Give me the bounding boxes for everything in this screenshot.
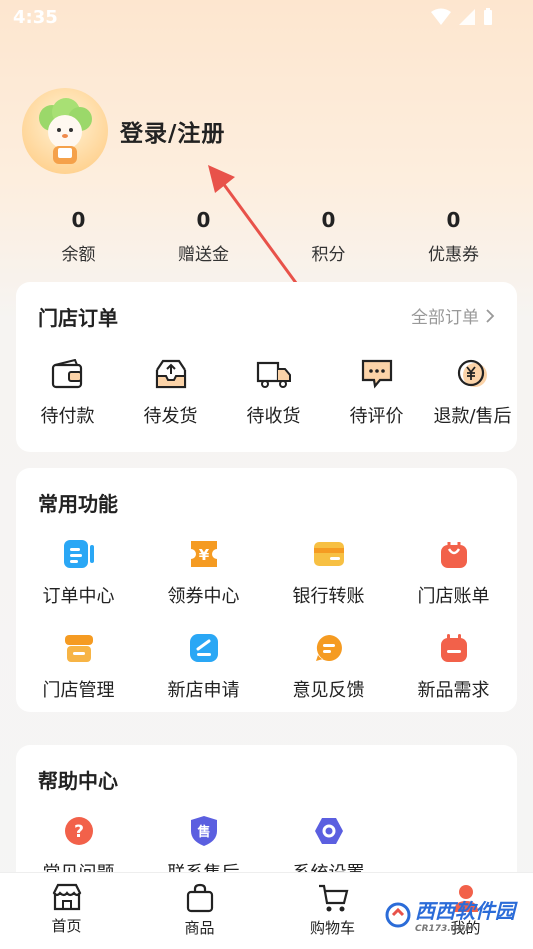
function-label: 银行转账 bbox=[292, 586, 365, 607]
order-center-icon bbox=[59, 534, 99, 574]
store-icon bbox=[59, 628, 99, 668]
svg-text:?: ? bbox=[74, 822, 84, 842]
help-center-title: 帮助中心 bbox=[38, 769, 118, 793]
login-register-link[interactable]: 登录/注册 bbox=[120, 114, 225, 148]
box-upload-icon bbox=[151, 354, 191, 394]
wallet-icon bbox=[48, 354, 88, 394]
order-status-refund[interactable]: 退款/售后 bbox=[428, 354, 517, 428]
balance-value: 0 bbox=[71, 208, 86, 232]
order-status-label: 退款/售后 bbox=[433, 406, 512, 427]
balance-item-gift[interactable]: 0 赠送金 bbox=[141, 208, 266, 265]
mascot-avatar-icon bbox=[39, 98, 92, 164]
order-status-pending-shipment[interactable]: 待发货 bbox=[119, 354, 222, 428]
watermark-sub: CR173.COM bbox=[415, 924, 474, 934]
watermark-text-group: 西西软件园 CR173.COM bbox=[415, 895, 515, 934]
function-label: 意见反馈 bbox=[292, 680, 365, 701]
balance-value: 0 bbox=[446, 208, 461, 232]
truck-icon bbox=[254, 354, 294, 394]
comment-icon bbox=[357, 354, 397, 394]
profile-header[interactable]: 登录/注册 bbox=[22, 88, 225, 174]
balance-label: 余额 bbox=[61, 245, 96, 265]
function-new-product-request[interactable]: 新品需求 bbox=[391, 628, 516, 702]
apply-icon bbox=[184, 628, 224, 668]
function-label: 新品需求 bbox=[417, 680, 490, 701]
balance-item-balance[interactable]: 0 余额 bbox=[16, 208, 141, 265]
function-label: 新店申请 bbox=[167, 680, 240, 701]
balance-label: 赠送金 bbox=[178, 245, 229, 265]
balance-item-points[interactable]: 0 积分 bbox=[266, 208, 391, 265]
balance-value: 0 bbox=[321, 208, 336, 232]
function-label: 门店账单 bbox=[417, 586, 490, 607]
bank-card-icon bbox=[309, 534, 349, 574]
balance-label: 优惠券 bbox=[428, 245, 479, 265]
function-label: 门店管理 bbox=[42, 680, 115, 701]
tab-cart[interactable]: 购物车 bbox=[266, 873, 399, 949]
order-status-pending-payment[interactable]: 待付款 bbox=[16, 354, 119, 428]
function-new-store-application[interactable]: 新店申请 bbox=[141, 628, 266, 702]
order-status-label: 待评价 bbox=[349, 406, 404, 427]
balance-value: 0 bbox=[196, 208, 211, 232]
home-store-icon bbox=[52, 883, 81, 911]
common-functions-row-2: 门店管理 新店申请 意见反馈 新品需求 bbox=[16, 628, 517, 702]
status-bar: 4:35 bbox=[0, 0, 533, 36]
tab-label: 首页 bbox=[51, 917, 82, 935]
all-orders-link[interactable]: 全部订单 bbox=[411, 303, 495, 328]
watermark-text: 西西软件园 bbox=[415, 899, 515, 923]
tab-label: 商品 bbox=[184, 919, 215, 937]
site-watermark: 西西软件园 CR173.COM bbox=[385, 895, 515, 934]
balance-label: 积分 bbox=[311, 245, 346, 265]
common-functions-card: 常用功能 订单中心 ¥ 领券中心 银行转账 门店账单 门店管理 新店申请 意见反… bbox=[16, 468, 517, 712]
bag-icon bbox=[434, 534, 474, 574]
after-sales-shield-icon: 售 bbox=[184, 811, 224, 851]
function-coupon-center[interactable]: ¥ 领券中心 bbox=[141, 534, 266, 608]
balance-summary: 0 余额 0 赠送金 0 积分 0 优惠券 bbox=[16, 208, 516, 265]
battery-icon bbox=[484, 8, 492, 25]
order-status-pending-receipt[interactable]: 待收货 bbox=[222, 354, 325, 428]
coupon-icon: ¥ bbox=[184, 534, 224, 574]
after-sales-glyph: 售 bbox=[197, 824, 210, 840]
all-orders-label: 全部订单 bbox=[411, 308, 479, 328]
signal-icon bbox=[459, 9, 475, 25]
function-store-management[interactable]: 门店管理 bbox=[16, 628, 141, 702]
question-icon: ? bbox=[59, 811, 99, 851]
chevron-right-icon bbox=[486, 308, 495, 323]
function-bank-transfer[interactable]: 银行转账 bbox=[266, 534, 391, 608]
order-status-label: 待收货 bbox=[246, 406, 301, 427]
common-functions-title: 常用功能 bbox=[38, 492, 118, 516]
balance-item-coupons[interactable]: 0 优惠券 bbox=[391, 208, 516, 265]
function-label: 订单中心 bbox=[42, 586, 115, 607]
function-store-bill[interactable]: 门店账单 bbox=[391, 534, 516, 608]
watermark-logo-icon bbox=[385, 902, 411, 927]
feedback-icon bbox=[309, 628, 349, 668]
tab-label: 购物车 bbox=[309, 919, 355, 937]
order-status-row: 待付款 待发货 待收货 待评价 退款/售后 bbox=[16, 354, 517, 428]
status-icons bbox=[431, 8, 493, 26]
wifi-icon bbox=[431, 8, 451, 25]
yen-coin-icon bbox=[453, 354, 493, 394]
tab-home[interactable]: 首页 bbox=[0, 873, 133, 949]
store-orders-title: 门店订单 bbox=[38, 306, 118, 330]
cart-icon bbox=[318, 884, 348, 912]
status-time: 4:35 bbox=[13, 7, 58, 28]
tab-products[interactable]: 商品 bbox=[133, 873, 266, 949]
function-feedback[interactable]: 意见反馈 bbox=[266, 628, 391, 702]
common-functions-row-1: 订单中心 ¥ 领券中心 银行转账 门店账单 bbox=[16, 534, 517, 608]
function-order-center[interactable]: 订单中心 bbox=[16, 534, 141, 608]
store-orders-card: 门店订单 全部订单 待付款 待发货 待收货 待评价 退款/售后 bbox=[16, 282, 517, 452]
order-status-label: 待发货 bbox=[143, 406, 198, 427]
settings-hex-icon bbox=[309, 811, 349, 851]
avatar[interactable] bbox=[22, 88, 108, 174]
calendar-icon bbox=[434, 628, 474, 668]
shopping-bag-icon bbox=[186, 883, 213, 913]
order-status-pending-review[interactable]: 待评价 bbox=[325, 354, 428, 428]
order-status-label: 待付款 bbox=[40, 406, 95, 427]
svg-text:¥: ¥ bbox=[198, 546, 209, 564]
function-label: 领券中心 bbox=[167, 586, 240, 607]
